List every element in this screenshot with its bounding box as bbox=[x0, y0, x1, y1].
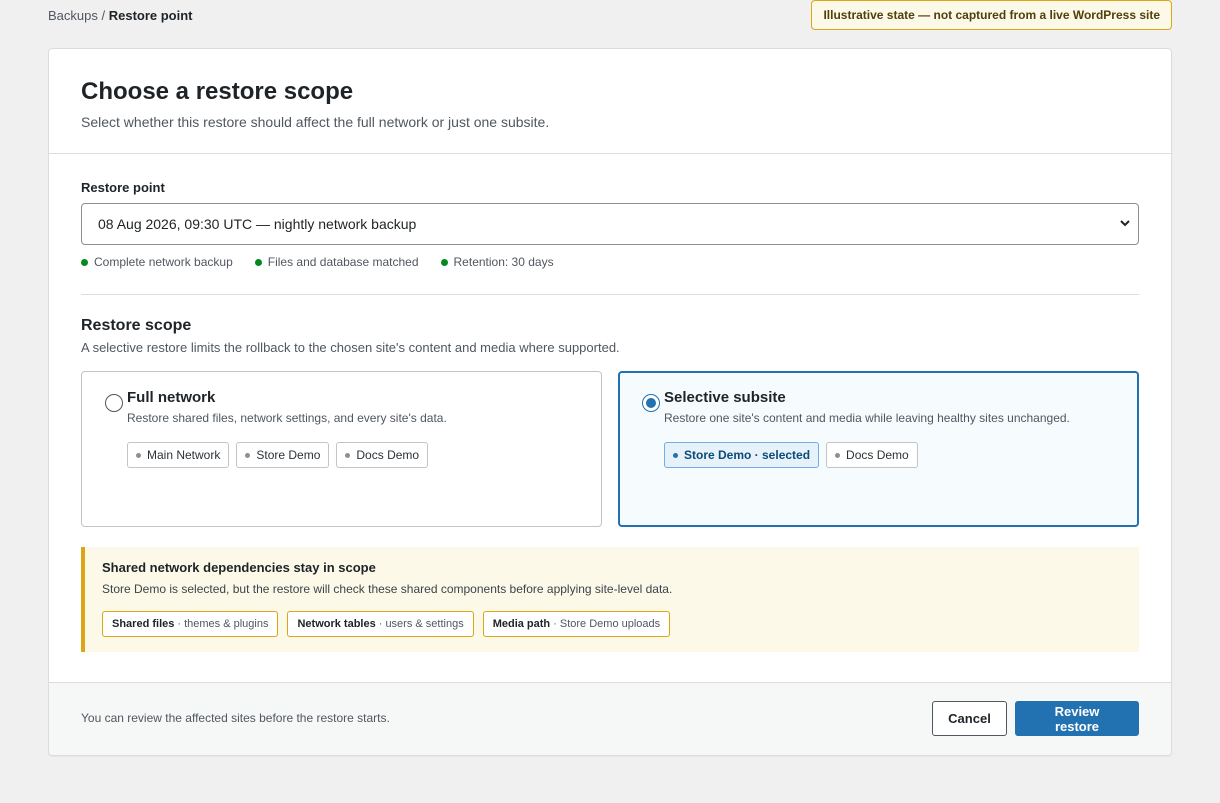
site-chip-selected[interactable]: Store Demo · selected bbox=[664, 442, 820, 468]
full-network-radio[interactable] bbox=[105, 394, 123, 412]
site-chip-label: Main Network bbox=[147, 448, 221, 462]
status-dot-icon bbox=[254, 258, 262, 266]
selective-subsite-radio[interactable] bbox=[642, 394, 660, 412]
option-title: Selective subsite bbox=[664, 389, 786, 406]
backup-check-item: Files and database matched bbox=[254, 255, 419, 269]
site-chips: Store Demo · selected Docs Demo bbox=[664, 442, 918, 468]
footer-note: You can review the affected sites before… bbox=[81, 711, 390, 725]
review-restore-button[interactable]: Review restore bbox=[1015, 701, 1139, 736]
restore-point-label: Restore point bbox=[81, 180, 165, 195]
dependency-chips: Shared files · themes & plugins Network t… bbox=[102, 611, 671, 637]
backup-checks: Complete network backup Files and databa… bbox=[81, 255, 554, 269]
breadcrumb-current: Restore point bbox=[108, 8, 193, 23]
scope-option-full-network[interactable]: Full network Restore shared files, netwo… bbox=[81, 371, 602, 527]
radio-checked-dot bbox=[646, 398, 656, 408]
site-chip: Main Network bbox=[127, 442, 230, 468]
dependencies-description: Store Demo is selected, but the restore … bbox=[102, 582, 673, 596]
dependency-name: Media path bbox=[492, 618, 551, 630]
section-divider bbox=[81, 294, 1139, 295]
site-chip-label: Docs Demo bbox=[846, 448, 909, 462]
restore-scope-description: A selective restore limits the rollback … bbox=[81, 340, 620, 355]
dot-icon bbox=[835, 452, 841, 458]
card-header: Choose a restore scope Select whether th… bbox=[49, 49, 1171, 154]
status-dot-icon bbox=[81, 258, 88, 266]
breadcrumb-separator: / bbox=[97, 8, 109, 23]
breadcrumb: Backups / Restore point bbox=[48, 8, 193, 23]
site-chip-label: Store Demo bbox=[256, 448, 321, 462]
option-title: Full network bbox=[127, 389, 216, 406]
site-chip-label: Docs Demo bbox=[356, 448, 420, 462]
top-bar: Backups / Restore point Illustrative sta… bbox=[48, 0, 1172, 30]
site-chip[interactable]: Docs Demo bbox=[826, 442, 918, 468]
option-description: Restore one site's content and media whi… bbox=[664, 411, 1070, 425]
backup-check-label: Complete network backup bbox=[94, 255, 233, 269]
dot-icon bbox=[673, 452, 678, 458]
dot-icon bbox=[136, 452, 141, 458]
dependency-chip: Shared files · themes & plugins bbox=[102, 611, 279, 637]
restore-point-selected-value: 08 Aug 2026, 09:30 UTC — nightly network… bbox=[98, 216, 417, 232]
dependency-detail: · users & settings bbox=[378, 618, 464, 630]
dependency-detail: · Store Demo uploads bbox=[553, 618, 661, 630]
page-title: Choose a restore scope bbox=[81, 78, 354, 105]
restore-point-select[interactable]: 08 Aug 2026, 09:30 UTC — nightly network… bbox=[81, 203, 1139, 245]
site-chips: Main Network Store Demo Docs Demo bbox=[127, 442, 429, 468]
restore-scope-title: Restore scope bbox=[81, 317, 192, 334]
backup-check-label: Retention: 30 days bbox=[453, 255, 554, 269]
backup-check-item: Complete network backup bbox=[81, 255, 233, 269]
breadcrumb-parent-link[interactable]: Backups bbox=[48, 8, 98, 23]
status-dot-icon bbox=[440, 258, 448, 266]
backup-check-item: Retention: 30 days bbox=[440, 255, 554, 269]
shared-dependencies-notice: Shared network dependencies stay in scop… bbox=[81, 547, 1139, 652]
dependencies-title: Shared network dependencies stay in scop… bbox=[102, 560, 376, 575]
site-chip: Store Demo bbox=[236, 442, 330, 468]
dot-icon bbox=[245, 452, 251, 458]
site-chip-label: Store Demo · selected bbox=[684, 448, 811, 462]
dependency-chip: Media path · Store Demo uploads bbox=[482, 611, 671, 637]
illustrative-notice-badge: Illustrative state — not captured from a… bbox=[811, 0, 1172, 30]
dependency-chip: Network tables · users & settings bbox=[287, 611, 474, 637]
backup-check-label: Files and database matched bbox=[267, 255, 419, 269]
page-subtitle: Select whether this restore should affec… bbox=[81, 114, 550, 130]
chevron-down-icon bbox=[1120, 220, 1130, 227]
card-footer: You can review the affected sites before… bbox=[49, 682, 1171, 755]
restore-scope-card: Choose a restore scope Select whether th… bbox=[48, 48, 1172, 756]
site-chip: Docs Demo bbox=[336, 442, 429, 468]
dependency-name: Network tables bbox=[297, 618, 376, 630]
scope-option-selective-subsite[interactable]: Selective subsite Restore one site's con… bbox=[618, 371, 1139, 527]
dependency-detail: · themes & plugins bbox=[177, 618, 269, 630]
cancel-button[interactable]: Cancel bbox=[932, 701, 1007, 736]
dependency-name: Shared files bbox=[112, 618, 175, 630]
option-description: Restore shared files, network settings, … bbox=[127, 411, 447, 425]
dot-icon bbox=[345, 452, 351, 458]
